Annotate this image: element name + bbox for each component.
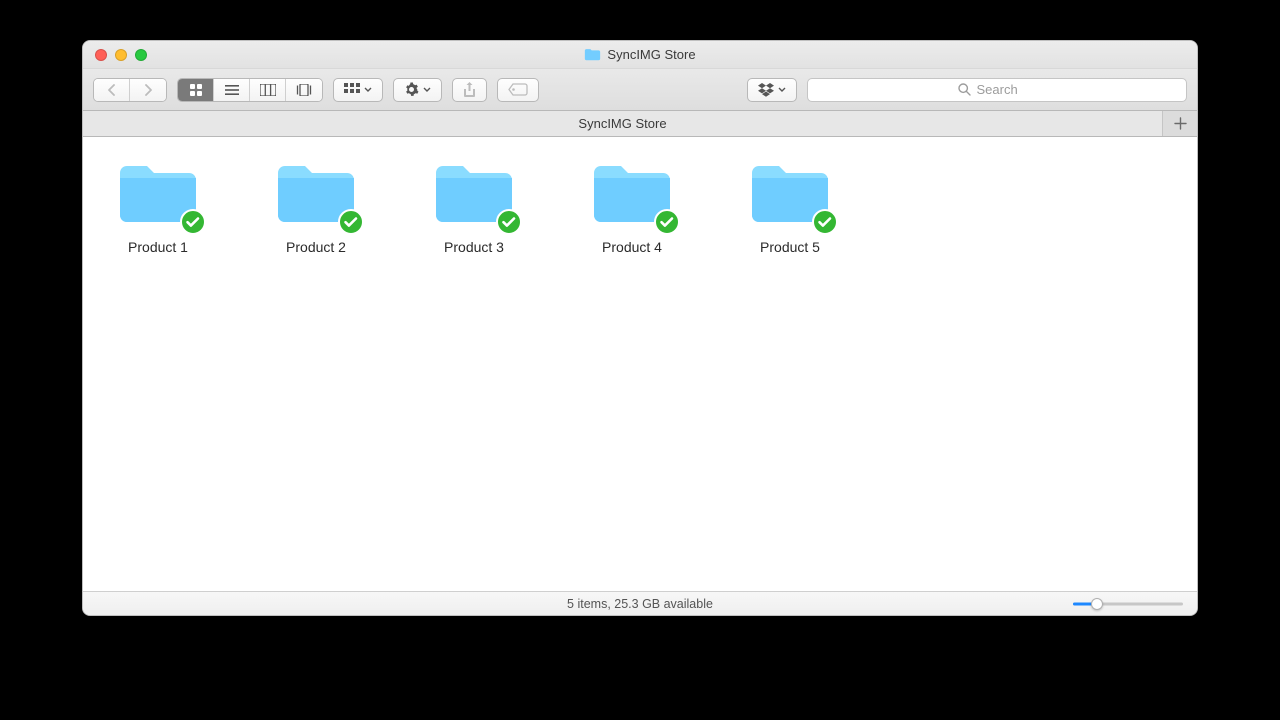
list-view-button[interactable]: [214, 79, 250, 101]
status-text: 5 items, 25.3 GB available: [567, 597, 713, 611]
statusbar: 5 items, 25.3 GB available: [83, 591, 1197, 615]
folder-item[interactable]: Product 2: [271, 159, 361, 255]
view-mode-buttons: [177, 78, 323, 102]
toolbar: [83, 69, 1197, 111]
arrange-dropdown[interactable]: [333, 78, 383, 102]
folder-content[interactable]: Product 1 Product 2 Product 3 Product 4: [83, 137, 1197, 591]
tags-button[interactable]: [497, 78, 539, 102]
action-dropdown[interactable]: [393, 78, 442, 102]
folder-label: Product 3: [444, 239, 504, 255]
arrange-icon: [344, 83, 360, 97]
folder-icon-wrap: [274, 159, 358, 229]
gallery-icon: [296, 84, 312, 96]
back-button[interactable]: [94, 79, 130, 101]
folder-icon-wrap: [590, 159, 674, 229]
search-icon: [958, 83, 971, 96]
tab-label: SyncIMG Store: [578, 116, 666, 131]
folder-item[interactable]: Product 3: [429, 159, 519, 255]
traffic-lights: [83, 49, 147, 61]
synced-badge-icon: [654, 209, 680, 235]
chevron-down-icon: [364, 87, 372, 92]
grid-icon: [189, 83, 203, 97]
folder-item[interactable]: Product 5: [745, 159, 835, 255]
minimize-button[interactable]: [115, 49, 127, 61]
close-button[interactable]: [95, 49, 107, 61]
folder-item[interactable]: Product 1: [113, 159, 203, 255]
folder-label: Product 1: [128, 239, 188, 255]
dropbox-icon: [758, 83, 774, 97]
column-view-button[interactable]: [250, 79, 286, 101]
tabbar: SyncIMG Store: [83, 111, 1197, 137]
folder-item[interactable]: Product 4: [587, 159, 677, 255]
share-icon: [463, 82, 476, 98]
folder-label: Product 2: [286, 239, 346, 255]
chevron-left-icon: [107, 84, 116, 96]
list-icon: [225, 84, 239, 96]
chevron-down-icon: [423, 87, 431, 92]
maximize-button[interactable]: [135, 49, 147, 61]
chevron-down-icon: [778, 87, 786, 92]
folder-icon: [584, 48, 601, 61]
titlebar: SyncIMG Store: [83, 41, 1197, 69]
synced-badge-icon: [180, 209, 206, 235]
window-title-text: SyncIMG Store: [607, 47, 695, 62]
plus-icon: [1174, 117, 1187, 130]
folder-icon-wrap: [116, 159, 200, 229]
synced-badge-icon: [812, 209, 838, 235]
tab-syncimg-store[interactable]: SyncIMG Store: [83, 111, 1163, 136]
icon-view-button[interactable]: [178, 79, 214, 101]
search-input[interactable]: [977, 82, 1037, 97]
slider-thumb[interactable]: [1091, 598, 1103, 610]
synced-badge-icon: [338, 209, 364, 235]
folder-icon-wrap: [432, 159, 516, 229]
share-button[interactable]: [452, 78, 487, 102]
forward-button[interactable]: [130, 79, 166, 101]
dropbox-dropdown[interactable]: [747, 78, 797, 102]
tag-icon: [508, 83, 528, 96]
finder-window: SyncIMG Store: [82, 40, 1198, 616]
folder-label: Product 4: [602, 239, 662, 255]
synced-badge-icon: [496, 209, 522, 235]
gear-icon: [404, 82, 419, 97]
nav-buttons: [93, 78, 167, 102]
chevron-right-icon: [144, 84, 153, 96]
icon-size-slider[interactable]: [1073, 597, 1183, 611]
folder-icon-wrap: [748, 159, 832, 229]
search-field[interactable]: [807, 78, 1187, 102]
folder-label: Product 5: [760, 239, 820, 255]
window-title: SyncIMG Store: [83, 47, 1197, 62]
gallery-view-button[interactable]: [286, 79, 322, 101]
new-tab-button[interactable]: [1163, 111, 1197, 136]
columns-icon: [260, 84, 276, 96]
